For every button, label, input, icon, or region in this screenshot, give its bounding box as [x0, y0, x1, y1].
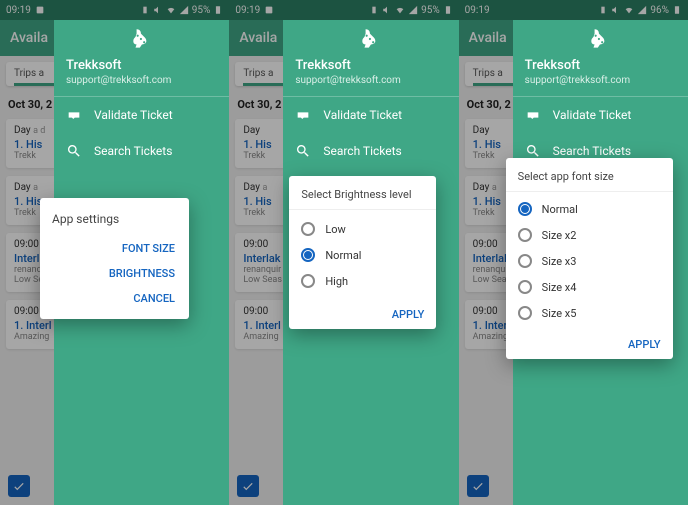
drawer-search[interactable]: Search Tickets	[54, 133, 229, 169]
font-x4[interactable]: Size x4	[506, 274, 673, 300]
phone-1: 09:19 95% Availa Trips a Oct 30, 2 Day a…	[0, 0, 229, 505]
brightness-low[interactable]: Low	[289, 216, 436, 242]
font-x5[interactable]: Size x5	[506, 300, 673, 326]
font-size-action[interactable]: FONT SIZE	[116, 236, 181, 261]
radio-icon	[518, 254, 532, 268]
brightness-normal[interactable]: Normal	[289, 242, 436, 268]
app-settings-dialog: App settings FONT SIZE BRIGHTNESS CANCEL	[40, 198, 189, 319]
boot-icon	[129, 26, 155, 52]
phone-3: 09:19 96% Availa Trips a Oct 30, 2 Day1.…	[459, 0, 688, 505]
radio-icon	[301, 222, 315, 236]
dialog-title: Select Brightness level	[289, 176, 436, 210]
cancel-action[interactable]: CANCEL	[127, 286, 181, 311]
font-x2[interactable]: Size x2	[506, 222, 673, 248]
radio-icon	[518, 306, 532, 320]
radio-icon	[518, 228, 532, 242]
ticket-icon	[66, 107, 82, 123]
drawer-validate[interactable]: Validate Ticket	[54, 97, 229, 133]
font-normal[interactable]: Normal	[506, 196, 673, 222]
brightness-dialog: Select Brightness level Low Normal High …	[289, 176, 436, 329]
apply-button[interactable]: APPLY	[506, 330, 673, 359]
apply-button[interactable]: APPLY	[289, 300, 436, 329]
radio-icon	[301, 248, 315, 262]
dialog-title: App settings	[40, 198, 189, 232]
font-x3[interactable]: Size x3	[506, 248, 673, 274]
brightness-high[interactable]: High	[289, 268, 436, 294]
brightness-action[interactable]: BRIGHTNESS	[103, 261, 181, 286]
drawer-email: support@trekksoft.com	[66, 75, 217, 86]
drawer-title: Trekksoft	[66, 58, 217, 73]
search-icon	[66, 143, 82, 159]
radio-icon	[518, 202, 532, 216]
font-size-dialog: Select app font size Normal Size x2 Size…	[506, 158, 673, 359]
radio-icon	[518, 280, 532, 294]
app-logo	[54, 26, 229, 52]
radio-icon	[301, 274, 315, 288]
phone-2: 09:19 95% Availa Trips a Oct 30, 2 Day1.…	[229, 0, 458, 505]
dialog-title: Select app font size	[506, 158, 673, 192]
